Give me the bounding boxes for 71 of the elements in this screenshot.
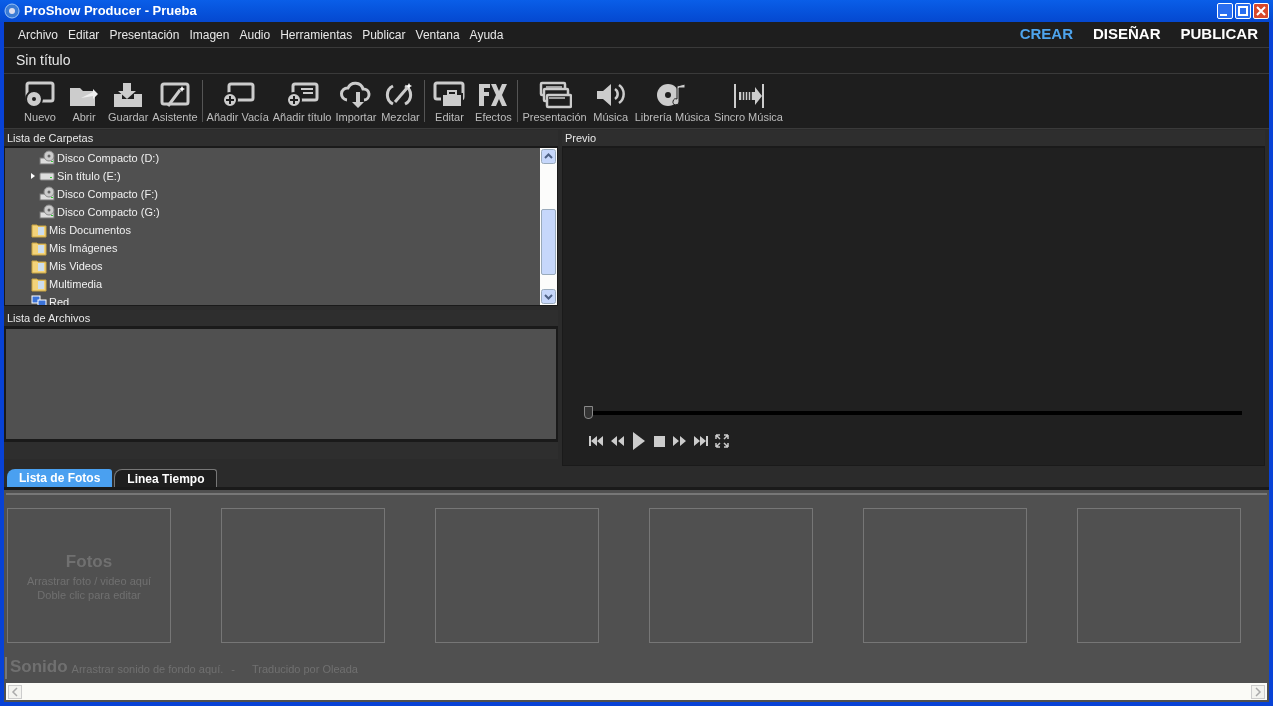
mode-tab[interactable]: CREAR <box>1019 23 1073 46</box>
menu-item[interactable]: Editar <box>63 25 105 44</box>
scroll-down-icon <box>541 289 556 304</box>
cd-drive-icon <box>39 186 55 202</box>
skip-forward-icon[interactable] <box>693 433 709 449</box>
folder-icon <box>31 240 47 256</box>
close-icon <box>1256 6 1266 16</box>
menu-item[interactable]: Presentación <box>104 25 185 44</box>
slides-icon <box>537 80 572 110</box>
stop-icon[interactable] <box>651 433 667 449</box>
folder-icon <box>31 222 47 238</box>
toolbar-button[interactable]: Sincro Música <box>711 80 785 128</box>
toolbar-button[interactable]: Librería Música <box>632 80 712 128</box>
toolbar-button[interactable]: Guardar <box>106 80 151 128</box>
tree-item[interactable]: Multimedia <box>49 275 103 293</box>
view-tab[interactable]: Linea Tiempo <box>114 469 218 487</box>
tree-item[interactable]: Red <box>49 293 70 305</box>
menu-item[interactable]: Ayuda <box>464 25 509 44</box>
skip-back-icon[interactable] <box>588 433 604 449</box>
toolbar-button[interactable]: Añadir título <box>270 80 334 128</box>
minimize-icon <box>1220 14 1227 16</box>
maximize-icon <box>1238 6 1248 16</box>
mode-tab[interactable]: DISEÑAR <box>1093 23 1161 46</box>
toolbar-button[interactable]: Nuevo <box>18 80 62 128</box>
horizontal-scrollbar[interactable] <box>6 683 1267 700</box>
tree-item[interactable]: Sin título (E:) <box>57 167 121 185</box>
fast-forward-icon[interactable] <box>672 433 688 449</box>
rewind-icon[interactable] <box>609 433 625 449</box>
scroll-up-icon <box>541 149 556 164</box>
scroll-thumb[interactable] <box>541 209 556 275</box>
menu-item[interactable]: Archivo <box>13 25 63 44</box>
menu-item[interactable]: Herramientas <box>275 25 358 44</box>
app-logo-icon <box>4 3 20 19</box>
menu-item[interactable]: Ventana <box>410 25 465 44</box>
expand-arrow-icon <box>29 172 37 180</box>
seek-thumb[interactable] <box>584 406 593 419</box>
toolbar-button[interactable]: Mezclar <box>378 80 423 128</box>
toolbar-button[interactable]: Editar <box>427 80 472 128</box>
toolbar-button[interactable]: Abrir <box>62 80 106 128</box>
toolbar-button[interactable]: Presentación <box>520 80 589 128</box>
minimize-button[interactable] <box>1217 3 1233 19</box>
separator-text: - <box>231 661 235 677</box>
cd-drive-icon <box>39 204 55 220</box>
tree-item[interactable]: Mis Imágenes <box>49 239 118 257</box>
toolbar-button[interactable]: Efectos <box>471 80 516 128</box>
play-icon[interactable] <box>630 431 646 451</box>
tree-item[interactable]: Mis Documentos <box>49 221 131 239</box>
cd-drive-icon <box>39 150 55 166</box>
cloud-download-icon <box>338 80 373 110</box>
scroll-left-icon <box>8 684 22 699</box>
maximize-button[interactable] <box>1235 3 1251 19</box>
fullscreen-icon[interactable] <box>714 433 730 449</box>
menu-item[interactable]: Audio <box>234 25 276 44</box>
project-title: Sin título <box>16 51 71 70</box>
scrollbar[interactable] <box>540 148 557 305</box>
tree-item[interactable]: Mis Videos <box>49 257 103 275</box>
close-button[interactable] <box>1253 3 1269 19</box>
tree-item[interactable]: Disco Compacto (F:) <box>57 185 158 203</box>
menu-item[interactable]: Publicar <box>357 25 411 44</box>
tree-item[interactable]: Disco Compacto (G:) <box>57 203 160 221</box>
menu-item[interactable]: Imagen <box>184 25 235 44</box>
scroll-right-icon <box>1251 684 1265 699</box>
folder-icon <box>31 276 47 292</box>
tree-item[interactable]: Disco Compacto (D:) <box>57 149 160 167</box>
toolbar-button[interactable]: Añadir Vacía <box>204 80 271 128</box>
toolbar-button[interactable]: Importar <box>333 80 379 128</box>
folder-icon <box>31 258 47 274</box>
mode-tab[interactable]: PUBLICAR <box>1180 23 1258 46</box>
toolbar-button[interactable]: Asistente <box>150 80 200 128</box>
toolbar-button[interactable]: Música <box>588 80 633 128</box>
window-title: ProShow Producer - Prueba <box>24 2 197 21</box>
